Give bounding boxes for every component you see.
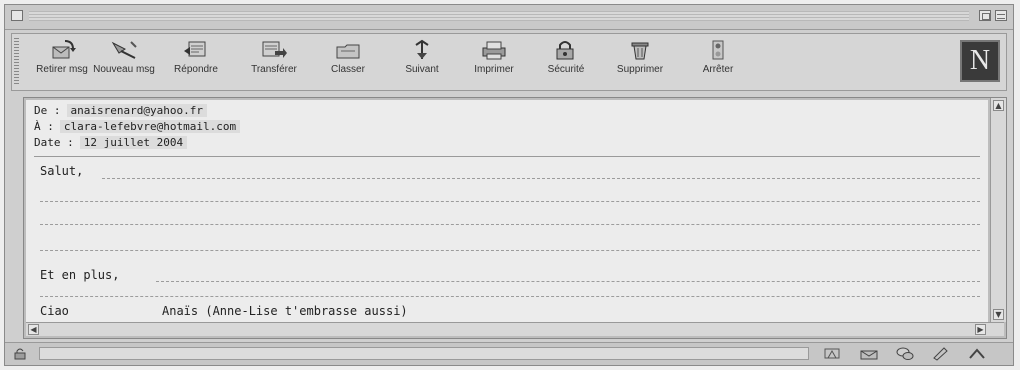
address-book-icon[interactable]: [967, 346, 987, 361]
writing-line: [40, 296, 980, 297]
next-label: Suivant: [405, 64, 439, 75]
from-row: De : anaisrenard@yahoo.fr: [34, 104, 207, 120]
writing-line: [40, 250, 980, 251]
from-label: De :: [34, 104, 61, 117]
reply-icon: [184, 41, 206, 57]
status-text-field: [39, 347, 809, 360]
security-icon: [556, 41, 574, 60]
forward-button[interactable]: Transférer: [240, 36, 308, 88]
file-button[interactable]: Classer: [314, 36, 382, 88]
toolbar: Retirer msg Nouveau msg Répondre Transfé…: [11, 33, 1007, 91]
new-message-label: Nouveau msg: [93, 64, 155, 75]
forward-label: Transférer: [251, 64, 297, 75]
writing-line: [40, 201, 980, 202]
to-value[interactable]: clara-lefebvre@hotmail.com: [59, 120, 241, 133]
scroll-up-icon[interactable]: ▲: [993, 100, 1004, 111]
next-icon: [415, 39, 429, 59]
scroll-left-icon[interactable]: ◀: [28, 324, 39, 335]
new-message-button[interactable]: Nouveau msg: [90, 36, 158, 88]
toolbar-grip[interactable]: [14, 38, 19, 86]
closing-line: Ciao Anaïs (Anne-Lise t'embrasse aussi): [40, 304, 980, 322]
zoom-box-icon[interactable]: [979, 10, 991, 21]
greeting-line: Salut,: [40, 164, 84, 178]
to-row: À : clara-lefebvre@hotmail.com: [34, 120, 241, 136]
security-label: Sécurité: [547, 64, 585, 75]
mail-window: Retirer msg Nouveau msg Répondre Transfé…: [4, 4, 1014, 366]
reply-label: Répondre: [174, 64, 218, 75]
new-message-icon: [111, 41, 137, 59]
stop-icon: [712, 40, 724, 60]
netscape-logo[interactable]: N: [960, 40, 1000, 82]
forward-icon: [262, 41, 287, 58]
collapse-box-icon[interactable]: [995, 10, 1007, 21]
delete-label: Supprimer: [616, 64, 664, 75]
header-divider: [34, 156, 980, 157]
horizontal-scrollbar[interactable]: ◀ ▶: [26, 322, 1004, 336]
message-frame: De : anaisrenard@yahoo.fr À : clara-lefebv…: [23, 97, 1007, 339]
composer-icon[interactable]: [931, 346, 951, 361]
writing-line: [156, 281, 980, 282]
print-button[interactable]: Imprimer: [460, 36, 528, 88]
date-label: Date :: [34, 136, 74, 149]
more-line: Et en plus,: [40, 268, 120, 282]
navigator-icon[interactable]: [823, 346, 843, 361]
print-icon: [482, 41, 506, 60]
security-button[interactable]: Sécurité: [532, 36, 600, 88]
mailbox-icon[interactable]: [859, 346, 879, 361]
trash-icon: [631, 42, 649, 60]
title-stripes: [29, 11, 969, 21]
get-mail-icon: [52, 40, 76, 59]
status-bar: [5, 342, 1013, 365]
signature-text: Anaïs (Anne-Lise t'embrasse aussi): [162, 304, 408, 318]
close-box-icon[interactable]: [11, 10, 23, 21]
print-label: Imprimer: [474, 64, 514, 75]
scroll-down-icon[interactable]: ▼: [993, 309, 1004, 320]
lock-icon[interactable]: [13, 347, 27, 360]
next-button[interactable]: Suivant: [388, 36, 456, 88]
writing-line: [102, 178, 980, 179]
get-mail-button[interactable]: Retirer msg: [28, 36, 96, 88]
closing-text: Ciao: [40, 304, 69, 318]
vertical-scrollbar[interactable]: ▲ ▼: [990, 98, 1006, 322]
from-value[interactable]: anaisrenard@yahoo.fr: [66, 104, 207, 117]
component-bar: [823, 346, 1003, 362]
date-value: 12 juillet 2004: [79, 136, 188, 149]
reply-button[interactable]: Répondre: [162, 36, 230, 88]
title-bar[interactable]: [5, 5, 1013, 30]
stop-button[interactable]: Arrêter: [684, 36, 752, 88]
to-label: À :: [34, 120, 54, 133]
scroll-right-icon[interactable]: ▶: [975, 324, 986, 335]
message-pane[interactable]: De : anaisrenard@yahoo.fr À : clara-lefebv…: [26, 100, 988, 322]
get-mail-label: Retirer msg: [36, 64, 88, 75]
date-row: Date : 12 juillet 2004: [34, 136, 188, 152]
discussion-icon[interactable]: [895, 346, 915, 361]
stop-label: Arrêter: [702, 64, 734, 75]
writing-line: [40, 224, 980, 225]
file-folder-icon: [336, 44, 360, 59]
delete-button[interactable]: Supprimer: [606, 36, 674, 88]
file-label: Classer: [331, 64, 365, 75]
